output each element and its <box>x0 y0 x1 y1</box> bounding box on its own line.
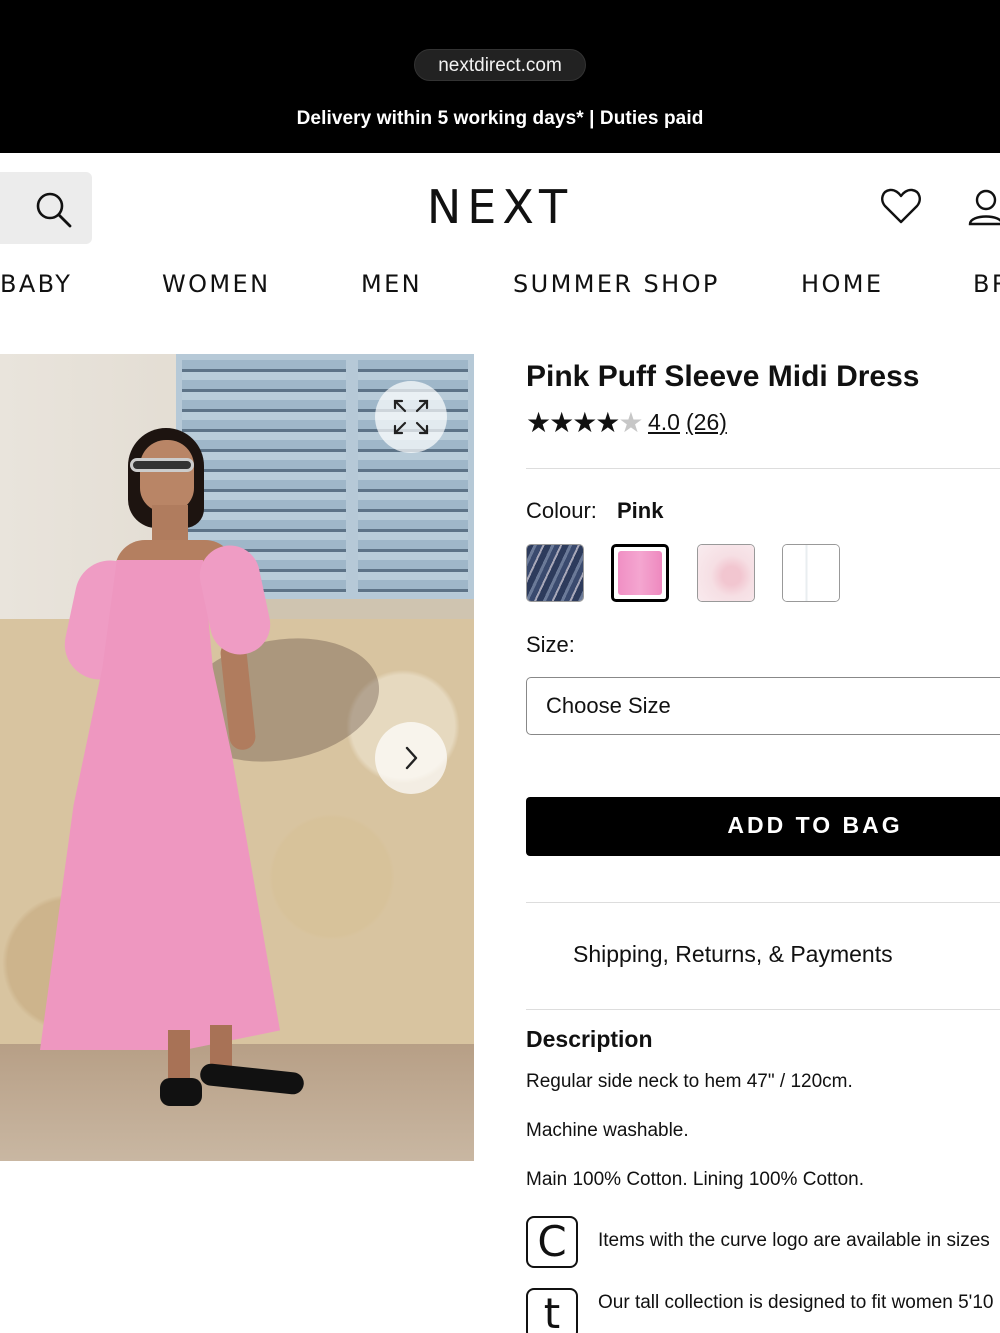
colour-swatch-floral[interactable] <box>782 544 840 602</box>
size-select-placeholder: Choose Size <box>546 693 671 718</box>
colour-value: Pink <box>617 498 664 523</box>
sunglasses <box>130 458 194 472</box>
next-image-button[interactable] <box>375 722 447 794</box>
nav-item-home[interactable]: HOME <box>801 270 883 298</box>
size-select[interactable]: Choose Size <box>526 677 1000 735</box>
chevron-right-icon <box>405 746 418 770</box>
description-line: Regular side neck to hem 47" / 120cm. <box>526 1071 853 1092</box>
account-icon[interactable] <box>966 188 1000 228</box>
colour-swatch-pink[interactable] <box>611 544 669 602</box>
description-line: Main 100% Cotton. Lining 100% Cotton. <box>526 1169 864 1190</box>
browser-top-bar: nextdirect.com Delivery within 5 working… <box>0 0 1000 153</box>
review-count-link[interactable]: (26) <box>686 409 727 436</box>
brand-logo[interactable]: NEXT <box>400 180 600 234</box>
description-title: Description <box>526 1026 653 1052</box>
sandal <box>160 1078 202 1106</box>
tall-logo-icon: t <box>526 1288 578 1333</box>
expand-icon <box>393 399 429 435</box>
size-label: Size: <box>526 632 575 657</box>
curve-logo-icon: C <box>526 1216 578 1268</box>
promo-banner: Delivery within 5 working days* | Duties… <box>296 108 704 129</box>
curve-info-text: Items with the curve logo are available … <box>598 1230 990 1251</box>
main-nav: BABY WOMEN MEN SUMMER SHOP HOME BR <box>0 270 1000 306</box>
colour-swatch-navy[interactable] <box>526 544 584 602</box>
search-button[interactable] <box>0 172 92 244</box>
nav-item-summer-shop[interactable]: SUMMER SHOP <box>513 270 720 298</box>
add-to-bag-button[interactable]: ADD TO BAG <box>526 797 1000 856</box>
divider <box>526 902 1000 903</box>
heart-icon[interactable] <box>880 186 922 226</box>
nav-item-men[interactable]: MEN <box>361 270 422 298</box>
colour-swatch-pale-pink[interactable] <box>697 544 755 602</box>
url-bar[interactable]: nextdirect.com <box>414 49 586 81</box>
nav-item-baby[interactable]: BABY <box>0 270 72 298</box>
nav-item-truncated[interactable]: BR <box>973 270 1000 298</box>
star-rating-icon: ★★★★★ <box>526 407 644 438</box>
rating-value[interactable]: 4.0 <box>648 409 680 436</box>
shipping-returns-link[interactable]: Shipping, Returns, & Payments <box>573 941 893 968</box>
nav-item-women[interactable]: WOMEN <box>162 270 270 298</box>
product-title: Pink Puff Sleeve Midi Dress <box>526 360 920 393</box>
add-to-bag-label: ADD TO BAG <box>727 812 903 838</box>
colour-label: Colour: <box>526 498 597 523</box>
description-line: Machine washable. <box>526 1120 689 1141</box>
search-icon <box>36 192 72 228</box>
divider <box>526 1009 1000 1010</box>
expand-image-button[interactable] <box>375 381 447 453</box>
tall-info-text: Our tall collection is designed to fit w… <box>598 1292 994 1313</box>
divider <box>526 468 1000 469</box>
